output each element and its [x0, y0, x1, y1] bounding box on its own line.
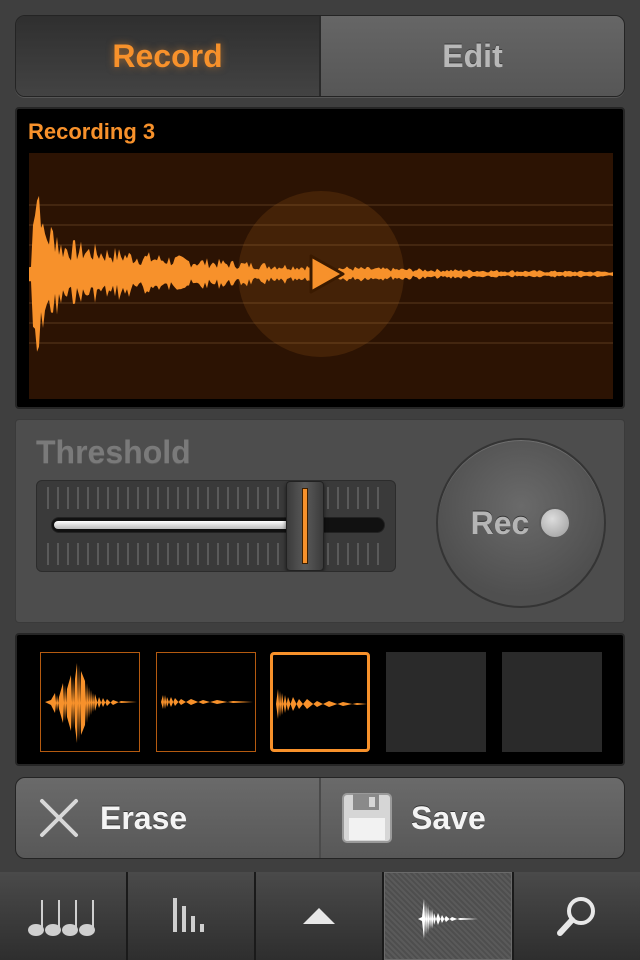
tab-mixer[interactable] — [128, 872, 254, 960]
slider-fill — [54, 521, 305, 529]
recording-title: Recording 3 — [28, 119, 156, 144]
record-dot-icon — [539, 507, 572, 539]
slider-ticks-bottom — [47, 543, 387, 565]
slider-thumb[interactable] — [286, 481, 324, 571]
waveform-display[interactable] — [29, 153, 613, 399]
slot-3[interactable] — [270, 652, 370, 752]
slot-4[interactable] — [386, 652, 486, 752]
slider-thumb-indicator — [302, 488, 308, 564]
waveform-thumbnail-icon — [161, 695, 253, 709]
bottom-tab-bar — [0, 872, 640, 960]
threshold-panel: Threshold Rec — [15, 419, 625, 623]
slot-1[interactable] — [40, 652, 140, 752]
tab-notes[interactable] — [0, 872, 126, 960]
search-icon — [557, 897, 595, 936]
rec-label: Rec — [470, 504, 530, 541]
action-bar: Erase Save — [15, 777, 625, 859]
waveform-panel: Recording 3 — [15, 107, 625, 409]
tab-expand[interactable] — [256, 872, 382, 960]
close-x-icon — [40, 799, 78, 837]
threshold-slider[interactable] — [36, 480, 396, 572]
save-button[interactable]: Save — [319, 778, 624, 858]
save-label: Save — [411, 799, 486, 836]
recording-slots — [15, 633, 625, 766]
waveform-thumbnail-icon — [45, 663, 137, 743]
slot-5[interactable] — [502, 652, 602, 752]
waveform-thumbnail-icon — [276, 689, 367, 719]
slot-2[interactable] — [156, 652, 256, 752]
tab-sampler[interactable] — [384, 872, 512, 960]
mode-segmented-control: Record Edit — [15, 15, 625, 97]
slider-ticks-top — [47, 487, 387, 509]
music-notes-icon — [28, 900, 95, 936]
slider-track — [51, 517, 385, 533]
waveform-icon — [418, 899, 478, 939]
erase-button[interactable]: Erase — [16, 778, 319, 858]
chevron-up-icon — [303, 908, 335, 924]
record-tab[interactable]: Record — [16, 16, 321, 96]
tab-search[interactable] — [514, 872, 640, 960]
bars-icon — [173, 898, 204, 932]
edit-tab[interactable]: Edit — [321, 16, 624, 96]
erase-label: Erase — [100, 799, 188, 836]
rec-button[interactable]: Rec — [436, 438, 606, 608]
floppy-disk-icon — [342, 793, 392, 843]
threshold-label: Threshold — [36, 434, 191, 470]
